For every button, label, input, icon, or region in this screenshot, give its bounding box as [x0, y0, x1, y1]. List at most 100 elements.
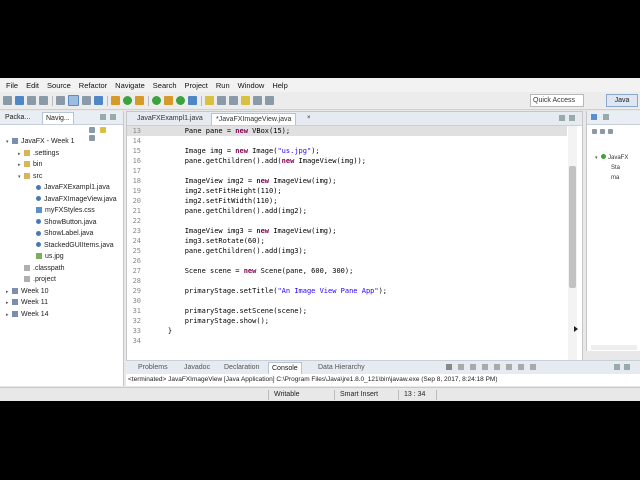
code-line[interactable]: 30	[127, 296, 567, 306]
maximize-icon[interactable]	[110, 114, 116, 120]
minimize-icon[interactable]	[100, 114, 106, 120]
tree-item[interactable]: ▸ .settings	[18, 149, 59, 159]
terminate-icon[interactable]	[446, 364, 452, 370]
code-line[interactable]: 34	[127, 336, 567, 346]
java-perspective-button[interactable]: Java	[606, 94, 638, 107]
outline-icon[interactable]	[591, 114, 597, 120]
tree-item[interactable]: ▾ src	[18, 172, 42, 182]
tree-item[interactable]: ShowLabel.java	[30, 229, 93, 239]
code-line[interactable]: 19 img2.setFitHeight(110);	[127, 186, 567, 196]
view-menu-icon[interactable]	[89, 135, 95, 141]
tree-item[interactable]: JavaFXExampl1.java	[30, 183, 110, 193]
terminal-icon[interactable]	[56, 96, 65, 105]
block-select-icon[interactable]	[82, 96, 91, 105]
new-class-icon[interactable]	[176, 96, 185, 105]
scroll-lock-icon[interactable]	[482, 364, 488, 370]
tab-data-hierarchy[interactable]: Data Hierarchy	[318, 362, 365, 373]
tree-item[interactable]: StackedGUIItems.java	[30, 241, 114, 251]
close-tab-icon[interactable]: ×	[307, 115, 311, 121]
tab-javadoc[interactable]: Javadoc	[184, 362, 210, 373]
tree-item[interactable]: .classpath	[18, 264, 65, 274]
run-icon[interactable]	[123, 96, 132, 105]
menu-navigate[interactable]: Navigate	[115, 81, 145, 90]
external-tools-icon[interactable]	[135, 96, 144, 105]
word-wrap-icon[interactable]	[494, 364, 500, 370]
next-annotation-icon[interactable]	[217, 96, 226, 105]
menu-file[interactable]: File	[6, 81, 18, 90]
code-line[interactable]: 18 ImageView img2 = new ImageView(img);	[127, 176, 567, 186]
tab-javafximageview[interactable]: *JavaFXImageView.java	[211, 113, 297, 125]
tab-javafxexampl1[interactable]: JavaFXExampl1.java	[133, 113, 207, 124]
code-line[interactable]: 24 img3.setRotate(60);	[127, 236, 567, 246]
task-list-icon[interactable]	[603, 114, 609, 120]
new-icon[interactable]	[3, 96, 12, 105]
console-minimize-icon[interactable]	[614, 364, 620, 370]
tree-item[interactable]: ▸ Week 11	[6, 298, 48, 308]
menu-run[interactable]: Run	[216, 81, 230, 90]
open-type-icon[interactable]	[188, 96, 197, 105]
remove-launch-icon[interactable]	[458, 364, 464, 370]
code-line[interactable]: 14	[127, 136, 567, 146]
show-whitespace-icon[interactable]	[94, 96, 103, 105]
forward-icon[interactable]	[265, 96, 274, 105]
print-icon[interactable]	[39, 96, 48, 105]
code-line[interactable]: 21 pane.getChildren().add(img2);	[127, 206, 567, 216]
code-line[interactable]: 25 pane.getChildren().add(img3);	[127, 246, 567, 256]
code-lines[interactable]: 13 Pane pane = new VBox(15); 14 15 Image i…	[127, 126, 567, 346]
sort-icon[interactable]	[592, 129, 597, 134]
save-icon[interactable]	[15, 96, 24, 105]
tree-item[interactable]: myFXStyles.css	[30, 206, 95, 216]
code-line[interactable]: 31 primaryStage.setScene(scene);	[127, 306, 567, 316]
menu-edit[interactable]: Edit	[26, 81, 39, 90]
tree-item[interactable]: ▸ bin	[18, 160, 42, 170]
debug-icon[interactable]	[111, 96, 120, 105]
open-console-icon[interactable]	[530, 364, 536, 370]
save-all-icon[interactable]	[27, 96, 36, 105]
menu-help[interactable]: Help	[272, 81, 287, 90]
new-java-project-icon[interactable]	[152, 96, 161, 105]
hide-static-icon[interactable]	[607, 129, 613, 134]
hide-fields-icon[interactable]	[599, 129, 605, 134]
tree-item[interactable]: ▸ Week 14	[6, 310, 49, 320]
last-edit-location-icon[interactable]	[241, 96, 250, 105]
menu-source[interactable]: Source	[47, 81, 71, 90]
outline-item[interactable]: Sta	[611, 164, 620, 173]
outline-hscrollbar[interactable]	[591, 345, 637, 350]
editor-scrollbar-thumb[interactable]	[569, 166, 576, 288]
clear-console-icon[interactable]	[470, 364, 476, 370]
tree-item[interactable]: ▸ Week 10	[6, 287, 49, 297]
menu-refactor[interactable]: Refactor	[79, 81, 107, 90]
code-line[interactable]: 33 }	[127, 326, 567, 336]
tab-navigator[interactable]: Navig...	[42, 112, 74, 124]
code-line[interactable]: 13 Pane pane = new VBox(15);	[127, 126, 567, 136]
new-package-icon[interactable]	[164, 96, 173, 105]
menu-search[interactable]: Search	[153, 81, 177, 90]
code-line[interactable]: 22	[127, 216, 567, 226]
code-line[interactable]: 27 Scene scene = new Scene(pane, 600, 30…	[127, 266, 567, 276]
editor-maximize-icon[interactable]	[569, 115, 575, 121]
menu-project[interactable]: Project	[185, 81, 208, 90]
back-icon[interactable]	[253, 96, 262, 105]
code-line[interactable]: 32 primaryStage.show();	[127, 316, 567, 326]
code-line[interactable]: 29 primaryStage.setTitle("An Image View …	[127, 286, 567, 296]
tree-item[interactable]: .project	[18, 275, 56, 285]
menu-window[interactable]: Window	[238, 81, 265, 90]
tree-item[interactable]: JavaFXImageView.java	[30, 195, 117, 205]
previous-annotation-icon[interactable]	[229, 96, 238, 105]
editor-minimize-icon[interactable]	[559, 115, 565, 121]
code-line[interactable]: 16 pane.getChildren().add(new ImageView(…	[127, 156, 567, 166]
code-line[interactable]: 17	[127, 166, 567, 176]
outline-item[interactable]: ▾ JavaFX	[595, 154, 628, 163]
code-line[interactable]: 20 img2.setFitWidth(110);	[127, 196, 567, 206]
outline-item[interactable]: ma	[611, 174, 619, 183]
pin-console-icon[interactable]	[506, 364, 512, 370]
tree-item[interactable]: ShowButton.java	[30, 218, 97, 228]
tab-declaration[interactable]: Declaration	[224, 362, 259, 373]
display-console-icon[interactable]	[518, 364, 524, 370]
console-maximize-icon[interactable]	[624, 364, 630, 370]
tree-item[interactable]: ▾ JavaFX - Week 1	[6, 137, 75, 147]
code-line[interactable]: 15 Image img = new Image("us.jpg");	[127, 146, 567, 156]
tab-package-explorer[interactable]: Packa...	[2, 112, 33, 123]
quick-access-input[interactable]: Quick Access	[530, 94, 584, 107]
tab-problems[interactable]: Problems	[138, 362, 168, 373]
